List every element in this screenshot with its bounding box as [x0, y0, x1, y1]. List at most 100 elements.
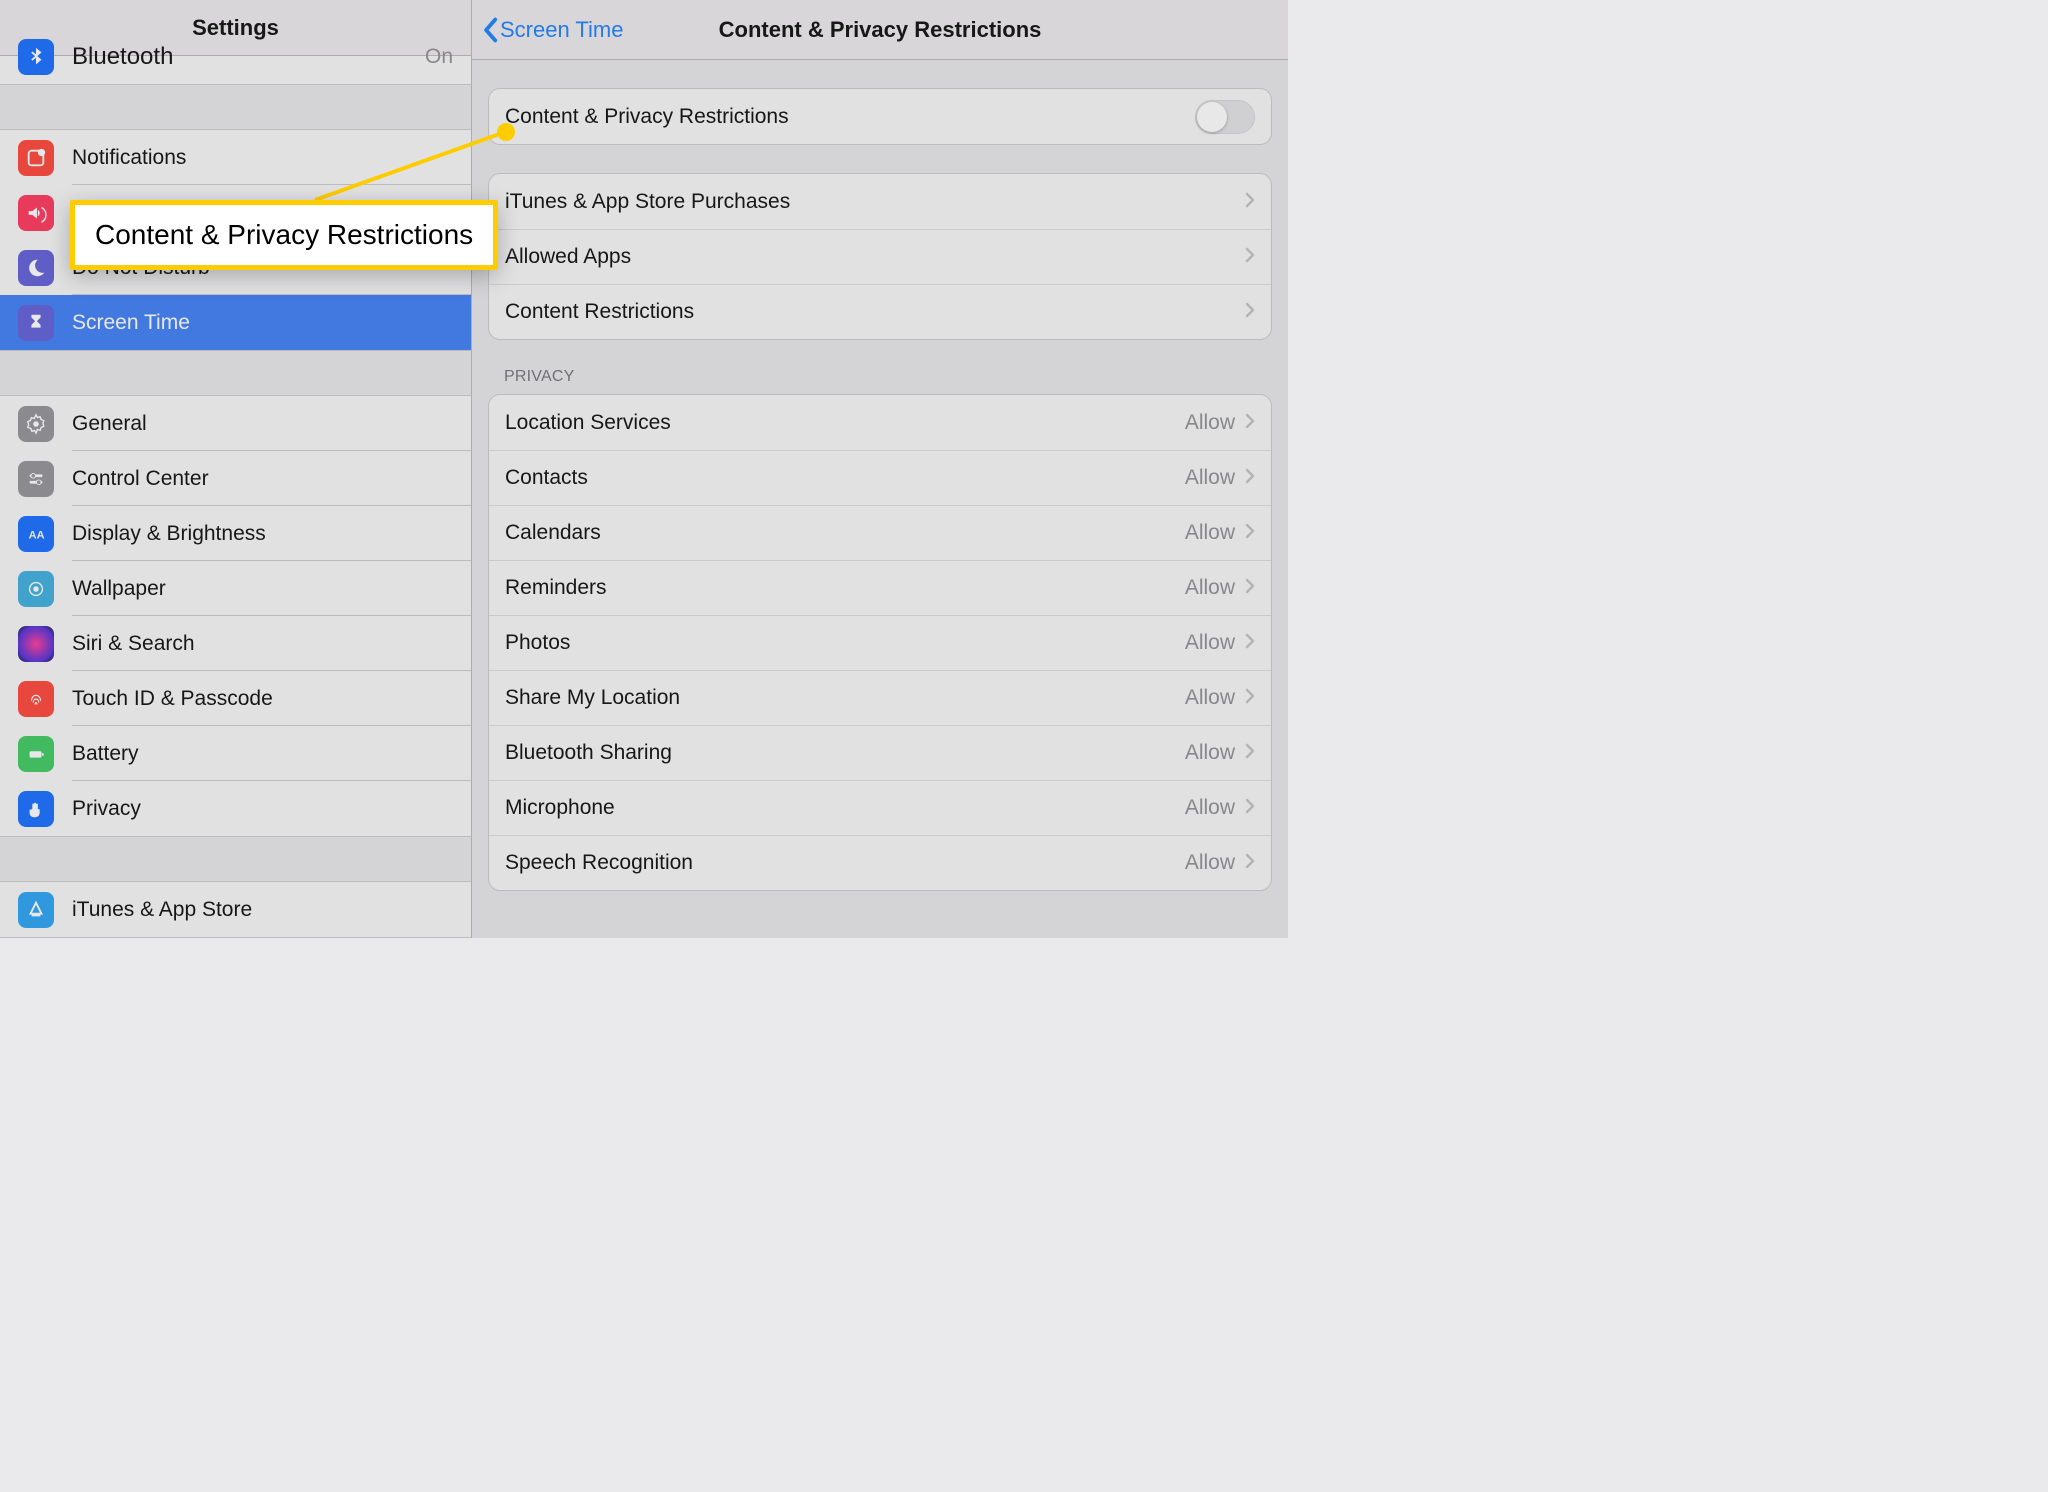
chevron-right-icon: [1245, 466, 1255, 490]
chevron-right-icon: [1245, 411, 1255, 435]
wallpaper-icon: [18, 571, 54, 607]
sidebar-item-label: Privacy: [72, 797, 141, 821]
back-label: Screen Time: [500, 17, 624, 43]
sidebar-item-touchid[interactable]: Touch ID & Passcode: [0, 671, 471, 726]
row-label: Photos: [505, 631, 570, 655]
settings-sidebar: Settings Bluetooth On Notifications: [0, 0, 472, 938]
sidebar-item-label: iTunes & App Store: [72, 898, 252, 922]
chevron-right-icon: [1245, 631, 1255, 655]
row-label: Contacts: [505, 466, 588, 490]
privacy-row[interactable]: Microphone Allow: [489, 780, 1271, 835]
row-value: Allow: [1185, 521, 1235, 545]
chevron-right-icon: [1245, 741, 1255, 765]
brightness-icon: AA: [18, 516, 54, 552]
privacy-row[interactable]: Calendars Allow: [489, 505, 1271, 560]
notifications-icon: [18, 140, 54, 176]
battery-icon: [18, 736, 54, 772]
sidebar-item-label: Screen Time: [72, 311, 190, 335]
sidebar-item-notifications[interactable]: Notifications: [0, 130, 471, 185]
sidebar-item-bluetooth[interactable]: Bluetooth On: [0, 29, 471, 84]
chevron-right-icon: [1245, 796, 1255, 820]
sidebar-item-siri[interactable]: Siri & Search: [0, 616, 471, 671]
row-value: Allow: [1185, 796, 1235, 820]
privacy-row[interactable]: Speech Recognition Allow: [489, 835, 1271, 890]
back-button[interactable]: Screen Time: [472, 17, 624, 43]
toggle-group: Content & Privacy Restrictions: [488, 88, 1272, 145]
row-label: Reminders: [505, 576, 607, 600]
row-value: Allow: [1185, 411, 1235, 435]
switch-knob: [1197, 102, 1227, 132]
svg-text:AA: AA: [29, 529, 45, 541]
chevron-right-icon: [1245, 686, 1255, 710]
chevron-right-icon: [1245, 300, 1255, 324]
row-value: Allow: [1185, 631, 1235, 655]
detail-pane: Screen Time Content & Privacy Restrictio…: [472, 0, 1288, 938]
chevron-right-icon: [1245, 576, 1255, 600]
row-label: iTunes & App Store Purchases: [505, 190, 790, 214]
row-label: Allowed Apps: [505, 245, 631, 269]
purchases-group: iTunes & App Store Purchases Allowed App…: [488, 173, 1272, 340]
sidebar-item-label: Display & Brightness: [72, 522, 266, 546]
row-value: Allow: [1185, 741, 1235, 765]
sidebar-item-label: Touch ID & Passcode: [72, 687, 273, 711]
callout-box: Content & Privacy Restrictions: [70, 200, 498, 270]
chevron-right-icon: [1245, 851, 1255, 875]
chevron-right-icon: [1245, 521, 1255, 545]
row-allowed-apps[interactable]: Allowed Apps: [489, 229, 1271, 284]
row-itunes-purchases[interactable]: iTunes & App Store Purchases: [489, 174, 1271, 229]
sounds-icon: [18, 195, 54, 231]
moon-icon: [18, 250, 54, 286]
detail-header: Screen Time Content & Privacy Restrictio…: [472, 0, 1288, 60]
hourglass-icon: [18, 305, 54, 341]
chevron-right-icon: [1245, 190, 1255, 214]
privacy-row[interactable]: Share My Location Allow: [489, 670, 1271, 725]
hand-icon: [18, 791, 54, 827]
row-value: Allow: [1185, 576, 1235, 600]
row-label: Speech Recognition: [505, 851, 693, 875]
sidebar-item-label: Control Center: [72, 467, 209, 491]
toggle-label: Content & Privacy Restrictions: [505, 105, 789, 129]
sidebar-item-label: General: [72, 412, 147, 436]
sidebar-item-general[interactable]: General: [0, 396, 471, 451]
row-label: Calendars: [505, 521, 601, 545]
row-value: Allow: [1185, 851, 1235, 875]
sidebar-item-label: Wallpaper: [72, 577, 166, 601]
privacy-row[interactable]: Location Services Allow: [489, 395, 1271, 450]
row-label: Share My Location: [505, 686, 680, 710]
callout-text: Content & Privacy Restrictions: [95, 219, 473, 250]
row-label: Location Services: [505, 411, 671, 435]
privacy-section-header: Privacy: [504, 368, 1256, 386]
privacy-row[interactable]: Bluetooth SharingAllow: [489, 725, 1271, 780]
bluetooth-icon: [18, 39, 54, 75]
sidebar-item-privacy[interactable]: Privacy: [0, 781, 471, 836]
sidebar-item-display[interactable]: AA Display & Brightness: [0, 506, 471, 561]
row-label: Content Restrictions: [505, 300, 694, 324]
sidebar-item-wallpaper[interactable]: Wallpaper: [0, 561, 471, 616]
content-privacy-toggle-row[interactable]: Content & Privacy Restrictions: [489, 89, 1271, 144]
sidebar-item-label: Bluetooth: [72, 43, 173, 71]
sidebar-item-label: Battery: [72, 742, 139, 766]
gear-icon: [18, 406, 54, 442]
row-label: Microphone: [505, 796, 615, 820]
sidebar-item-screen-time[interactable]: Screen Time: [0, 295, 471, 350]
privacy-row[interactable]: Contacts Allow: [489, 450, 1271, 505]
appstore-icon: [18, 892, 54, 928]
sidebar-item-control-center[interactable]: Control Center: [0, 451, 471, 506]
row-value: Allow: [1185, 686, 1235, 710]
sidebar-item-itunes[interactable]: iTunes & App Store: [0, 882, 471, 937]
row-content-restrictions[interactable]: Content Restrictions: [489, 284, 1271, 339]
sidebar-item-label: Siri & Search: [72, 632, 195, 656]
fingerprint-icon: [18, 681, 54, 717]
chevron-right-icon: [1245, 245, 1255, 269]
sidebar-item-label: Notifications: [72, 146, 186, 170]
privacy-row[interactable]: Reminders Allow: [489, 560, 1271, 615]
sidebar-item-battery[interactable]: Battery: [0, 726, 471, 781]
sliders-icon: [18, 461, 54, 497]
sidebar-item-value: On: [425, 45, 453, 69]
chevron-left-icon: [482, 17, 498, 43]
content-privacy-switch[interactable]: [1195, 100, 1255, 134]
row-value: Allow: [1185, 466, 1235, 490]
siri-icon: [18, 626, 54, 662]
privacy-row[interactable]: Photos Allow: [489, 615, 1271, 670]
privacy-group: Location ServicesAllowContactsAllowCalen…: [488, 394, 1272, 891]
